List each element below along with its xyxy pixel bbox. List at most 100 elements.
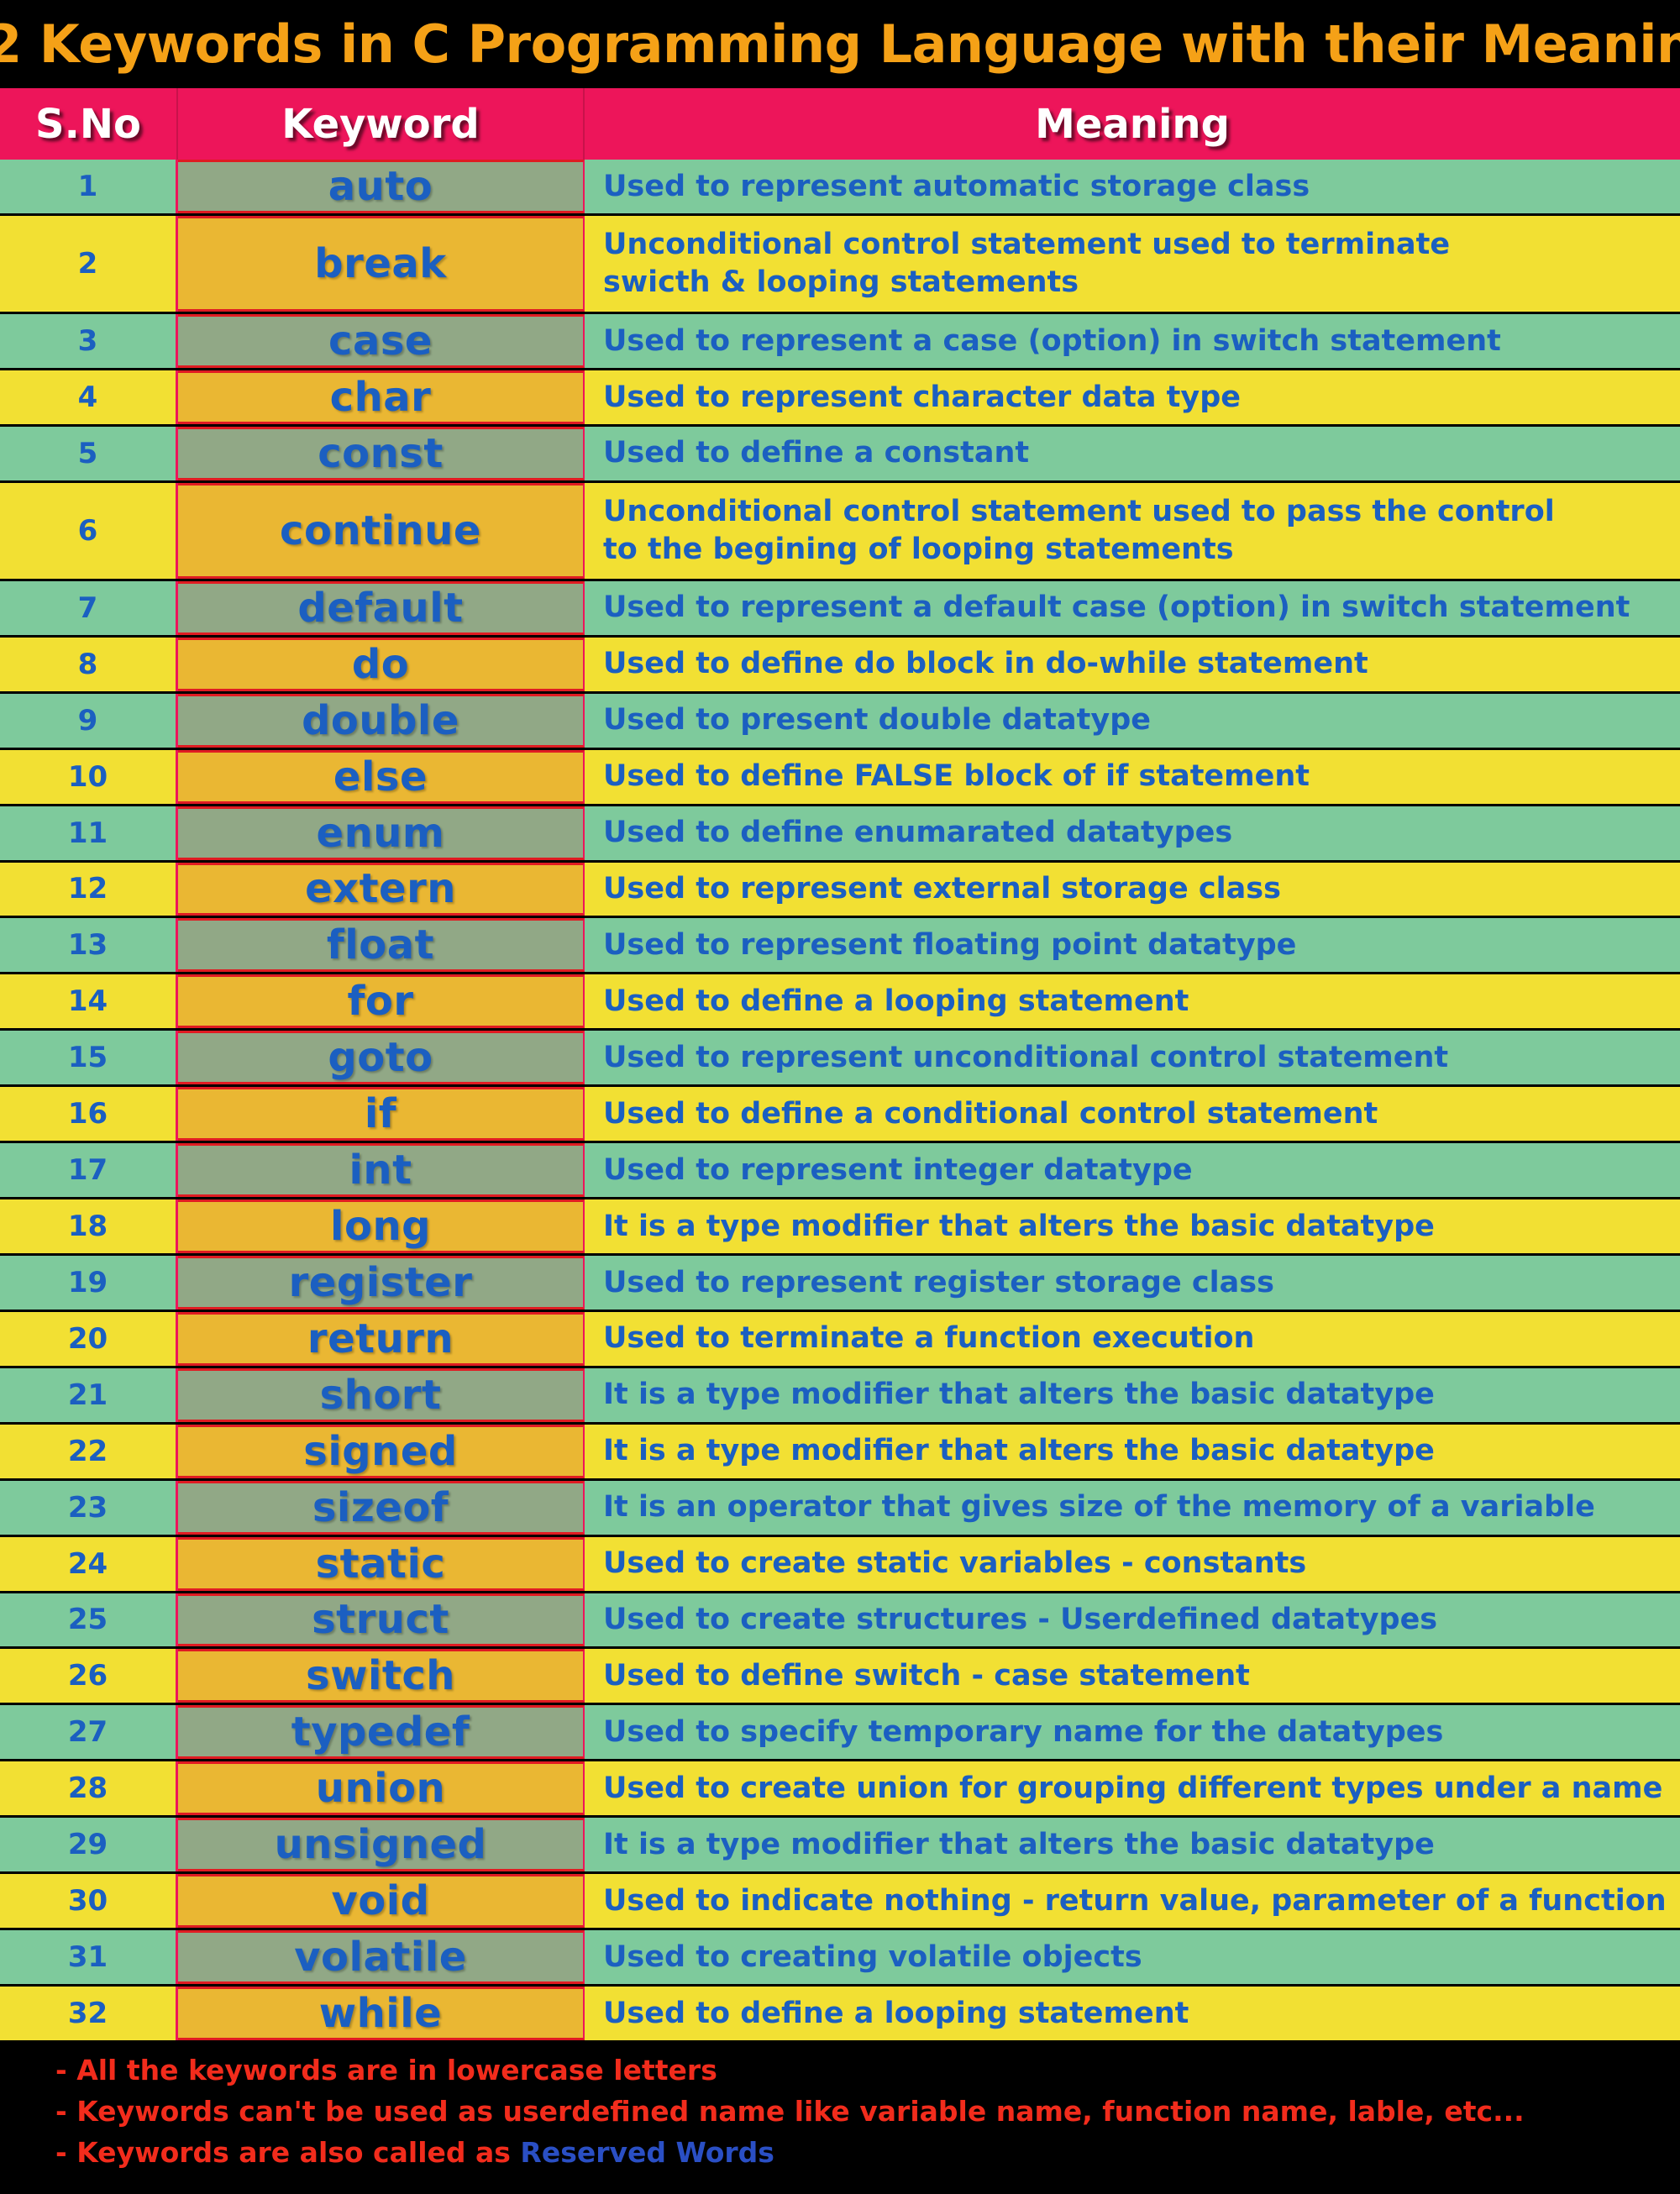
table-row: 13 float Used to represent floating point …: [0, 918, 1680, 975]
keyword-value: static: [315, 1540, 446, 1588]
table-header-row: S.No Keyword Meaning: [0, 88, 1680, 160]
table-row: 2 break Unconditional control statement us…: [0, 215, 1680, 315]
meaning-line: Used to present double datatype: [603, 703, 1151, 737]
cell-meaning: Used to represent a case (option) in swi…: [585, 314, 1680, 368]
meaning-line: Used to represent integer datatype: [603, 1152, 1193, 1187]
table-row: 3 case Used to represent a case (option) i…: [0, 314, 1680, 370]
keyword-value: goto: [328, 1034, 433, 1082]
cell-sno: 32: [0, 1986, 178, 2040]
cell-sno: 3: [0, 314, 178, 368]
cell-meaning: Used to indicate nothing - return value,…: [585, 1874, 1680, 1929]
page-title: 32 Keywords in C Programming Language wi…: [0, 13, 1680, 75]
meaning-line: Used to represent register storage class: [603, 1265, 1274, 1299]
keywords-table: S.No Keyword Meaning 1 auto Used to repres…: [0, 88, 1680, 2043]
cell-keyword: continue: [178, 482, 585, 579]
table-row: 31 volatile Used to creating volatile obje…: [0, 1930, 1680, 1987]
cell-keyword: int: [178, 1143, 585, 1198]
keyword-value: while: [318, 1989, 443, 2037]
footer-note: - Keywords are also called as Reserved W…: [55, 2136, 1680, 2170]
cell-sno: 12: [0, 862, 178, 916]
cell-keyword: do: [178, 637, 585, 691]
meaning-line: Used to define enumarated datatypes: [603, 816, 1233, 850]
sno-value: 27: [67, 1715, 108, 1750]
meaning-line: Used to define switch - case statement: [603, 1658, 1250, 1693]
table-row: 32 while Used to define a looping statemen…: [0, 1986, 1680, 2043]
keyword-value: char: [329, 373, 432, 421]
meaning-line: Used to represent unconditional control …: [603, 1040, 1449, 1074]
table-row: 23 sizeof It is an operator that gives siz…: [0, 1480, 1680, 1537]
meaning-line: Used to create static variables - consta…: [603, 1546, 1307, 1581]
table-row: 25 struct Used to create structures - User…: [0, 1593, 1680, 1650]
cell-keyword: default: [178, 580, 585, 635]
cell-meaning: Used to represent a default case (option…: [585, 580, 1680, 635]
cell-keyword: else: [178, 749, 585, 804]
sno-value: 6: [77, 513, 98, 548]
meaning-line: Used to create structures - Userdefined …: [603, 1603, 1438, 1637]
cell-keyword: sizeof: [178, 1480, 585, 1535]
table-row: 27 typedef Used to specify temporary name …: [0, 1705, 1680, 1762]
keyword-value: continue: [280, 507, 481, 554]
cell-keyword: long: [178, 1199, 585, 1253]
keyword-value: int: [349, 1147, 412, 1194]
cell-meaning: Used to terminate a function execution: [585, 1311, 1680, 1366]
keyword-value: double: [302, 696, 459, 744]
cell-keyword: return: [178, 1311, 585, 1366]
cell-keyword: if: [178, 1087, 585, 1142]
cell-meaning: It is a type modifier that alters the ba…: [585, 1818, 1680, 1872]
keyword-value: short: [319, 1371, 442, 1419]
cell-sno: 11: [0, 806, 178, 860]
cell-sno: 28: [0, 1761, 178, 1816]
cell-keyword: switch: [178, 1649, 585, 1703]
cell-keyword: for: [178, 974, 585, 1029]
cell-keyword: void: [178, 1874, 585, 1929]
cell-meaning: Used to represent floating point datatyp…: [585, 918, 1680, 973]
cell-meaning: Used to represent automatic storage clas…: [585, 160, 1680, 213]
keyword-value: case: [328, 317, 433, 365]
meaning-line: It is a type modifier that alters the ba…: [603, 1434, 1435, 1468]
keyword-value: void: [331, 1877, 430, 1925]
keyword-value: unsigned: [274, 1821, 487, 1869]
cell-keyword: const: [178, 426, 585, 480]
sno-value: 16: [67, 1097, 108, 1131]
meaning-line: Used to create union for grouping differ…: [603, 1771, 1663, 1805]
table-row: 28 union Used to create union for grouping…: [0, 1761, 1680, 1819]
meaning-line: Used to define do block in do-while stat…: [603, 647, 1368, 681]
sno-value: 24: [67, 1546, 108, 1581]
keyword-value: struct: [312, 1596, 449, 1644]
cell-sno: 10: [0, 749, 178, 804]
keyword-value: extern: [305, 865, 456, 913]
keyword-value: return: [307, 1315, 454, 1362]
sno-value: 30: [67, 1884, 108, 1918]
meaning-line: Unconditional control statement used to …: [603, 228, 1451, 262]
cell-keyword: typedef: [178, 1705, 585, 1760]
table-row: 8 do Used to define do block in do-while s…: [0, 637, 1680, 694]
cell-sno: 7: [0, 580, 178, 635]
keyword-value: register: [288, 1258, 473, 1306]
table-body: 1 auto Used to represent automatic storage…: [0, 160, 1680, 2043]
cell-keyword: struct: [178, 1593, 585, 1647]
cell-keyword: double: [178, 693, 585, 748]
table-row: 24 static Used to create static variables …: [0, 1536, 1680, 1593]
cell-sno: 27: [0, 1705, 178, 1760]
cell-sno: 18: [0, 1199, 178, 1253]
cell-sno: 22: [0, 1424, 178, 1478]
sno-value: 11: [67, 816, 108, 850]
cell-keyword: auto: [178, 160, 585, 213]
cell-sno: 2: [0, 215, 178, 312]
meaning-line: Used to define a looping statement: [603, 1996, 1189, 2030]
cell-meaning: Used to define switch - case statement: [585, 1649, 1680, 1703]
sno-value: 22: [67, 1434, 108, 1468]
cell-meaning: Used to define a looping statement: [585, 974, 1680, 1029]
note-text: Keywords can't be used as userdefined na…: [66, 2094, 1525, 2128]
cell-sno: 5: [0, 426, 178, 480]
cell-keyword: float: [178, 918, 585, 973]
meaning-line: Used to represent a case (option) in swi…: [603, 323, 1501, 358]
meaning-line: Used to define a conditional control sta…: [603, 1096, 1378, 1131]
footer-notes: - All the keywords are in lowercase lett…: [0, 2042, 1680, 2194]
sno-value: 4: [77, 380, 98, 414]
cell-sno: 25: [0, 1593, 178, 1647]
keyword-value: const: [318, 429, 444, 477]
sno-value: 12: [67, 872, 108, 906]
poster-title-bar: 32 Keywords in C Programming Language wi…: [0, 0, 1680, 88]
table-row: 12 extern Used to represent external stora…: [0, 862, 1680, 919]
